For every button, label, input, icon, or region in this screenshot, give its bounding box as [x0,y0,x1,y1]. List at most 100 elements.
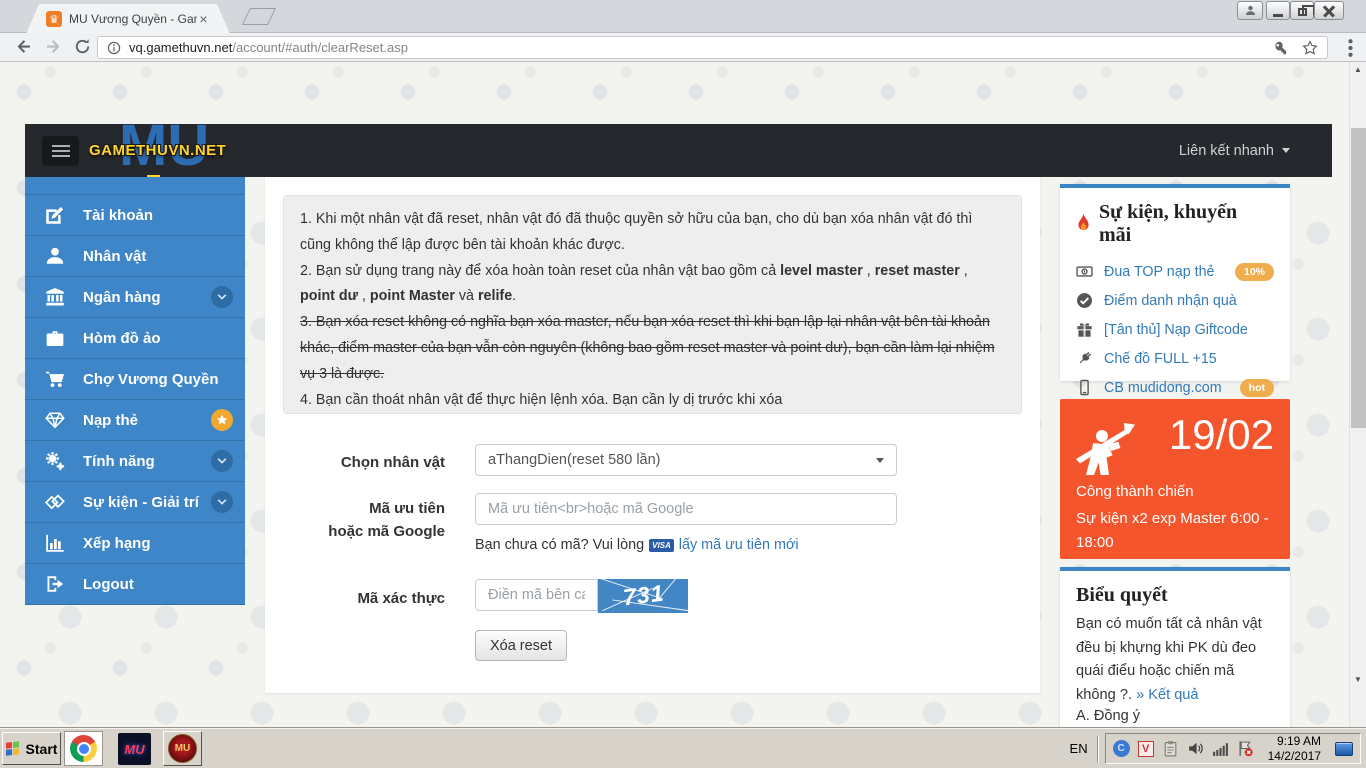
page-scrollbar[interactable]: ▲ ▼ [1349,62,1366,728]
gears-icon [45,451,65,471]
captcha-input[interactable] [475,579,598,611]
event-item: Chế đồ FULL +15 [1076,344,1274,373]
sidebar-item-nap-the[interactable]: Nạp thẻ [25,399,245,440]
tray-clipboard-icon[interactable] [1162,740,1179,757]
event-link-diem-danh-nhan-qua[interactable]: Điểm danh nhận quà [1104,293,1237,309]
sidebar-item-tai-khoan[interactable]: Tài khoản [25,194,245,235]
password-key-icon[interactable] [1273,41,1287,55]
briefcase-icon [45,328,65,348]
scrollbar-down-icon[interactable]: ▼ [1350,675,1366,684]
events-list: Đua TOP nạp thẻ10%Điểm danh nhận quà[Tân… [1076,257,1274,402]
get-priority-code-link[interactable]: lấy mã ưu tiên mới [679,537,799,553]
page-info-icon[interactable] [107,41,121,55]
language-indicator[interactable]: EN [1070,741,1088,756]
event-link-dua-top-nap-the[interactable]: Đua TOP nạp thẻ [1104,264,1215,280]
tray-vietkey-icon[interactable]: V [1138,741,1154,757]
close-button[interactable] [1314,1,1344,20]
banner-event-1: Công thành chiến [1076,483,1194,500]
screen: ♛ MU Vương Quyền - Gameth × vq.gamethuvn… [0,0,1366,768]
chevron-down-icon[interactable] [211,286,233,308]
show-desktop-icon[interactable] [1335,742,1353,756]
tray-date: 14/2/2017 [1268,749,1321,764]
sidebar-item-ngan-hang[interactable]: Ngân hàng [25,276,245,317]
tray-separator [1097,736,1098,762]
tray-clock[interactable]: 9:19 AM 14/2/2017 [1268,734,1321,763]
mu-red-icon: MU [168,734,197,763]
delete-reset-button[interactable]: Xóa reset [475,630,567,661]
plug-icon [1076,350,1093,367]
sidebar-item-label: Tính năng [83,453,155,470]
event-link-cb-mudidong-com[interactable]: CB mudidong.com [1104,380,1222,396]
scrollbar-thumb[interactable] [1351,128,1366,428]
user-icon [45,246,65,266]
sidebar-item-cho-vuong-quyen[interactable]: Chợ Vương Quyền [25,358,245,399]
poll-result-link[interactable]: » Kết quả [1136,687,1198,703]
logout-icon [45,574,65,594]
tab-title: MU Vương Quyền - Gameth [69,12,197,26]
captcha-image: 731 [598,579,688,613]
instruction-line: 4. Bạn cần thoát nhân vật để thực hiện l… [300,388,1005,414]
forward-button[interactable] [45,38,62,55]
quick-links-dropdown[interactable]: Liên kết nhanh [1179,124,1290,177]
instruction-line: 3. Bạn xóa reset không có nghĩa bạn xóa … [300,310,1005,387]
tray-shield-icon[interactable]: C [1113,740,1130,757]
sidebar-item-su-kien-giai-tri[interactable]: Sự kiện - Giải trí [25,481,245,522]
event-badge: hot [1240,379,1274,397]
minimize-button[interactable] [1266,1,1290,20]
taskbar-mu-dark-button[interactable]: MU [118,733,151,765]
bookmark-star-icon[interactable] [1302,40,1318,56]
event-link-tan-thu-nap-giftcode[interactable]: [Tân thủ] Nạp Giftcode [1104,322,1248,338]
tab-close-icon[interactable]: × [197,12,210,26]
event-item: [Tân thủ] Nạp Giftcode [1076,315,1274,344]
sidebar-item-logout[interactable]: Logout [25,563,245,604]
event-item: Điểm danh nhận quà [1076,286,1274,315]
new-tab-button[interactable] [242,8,276,25]
chevron-down-icon[interactable] [211,491,233,513]
tray-time: 9:19 AM [1268,734,1321,749]
events-panel-title: Sự kiện, khuyến mãi [1076,201,1274,247]
person-icon [1244,4,1257,17]
sidebar-item-nhan-vat[interactable]: Nhân vật [25,235,245,276]
url-bar[interactable]: vq.gamethuvn.net/account/#auth/clearRese… [97,36,1328,59]
main-content-card: 1. Khi một nhân vật đã reset, nhân vật đ… [265,177,1040,693]
event-banner[interactable]: 19/02 Công thành chiến Sự kiện x2 exp Ma… [1060,399,1290,559]
sidebar-item-xep-hang[interactable]: Xếp hạng [25,522,245,563]
chevron-down-icon[interactable] [211,450,233,472]
bank-icon [45,287,65,307]
scrollbar-up-icon[interactable]: ▲ [1350,65,1366,74]
taskbar-chrome-button[interactable] [64,731,103,766]
banknote-icon [1076,263,1093,280]
reload-button[interactable] [74,38,91,55]
minimize-icon [1273,14,1283,17]
start-label: Start [26,741,58,757]
events-panel: Sự kiện, khuyến mãi Đua TOP nạp thẻ10%Đi… [1060,184,1290,381]
browser-tabstrip: ♛ MU Vương Quyền - Gameth × [0,0,1366,33]
url-domain: vq.gamethuvn.net [129,40,232,55]
site-logo[interactable]: MU GAMETHUVN.NET [89,124,279,177]
browser-tab[interactable]: ♛ MU Vương Quyền - Gameth × [26,4,230,34]
phone-icon [1076,379,1093,396]
taskbar-mu-red-button[interactable]: MU [163,731,202,766]
hamburger-menu-icon[interactable] [42,136,79,166]
taskbar: Start MU MU EN C V 9:19 AM 14/2/2017 [0,727,1366,768]
sidebar-item-label: Chợ Vương Quyền [83,371,219,388]
sidebar-item-tinh-nang[interactable]: Tính năng [25,440,245,481]
sidebar-item-label: Xếp hạng [83,535,151,552]
tray-network-signal-icon[interactable] [1212,740,1229,757]
tray-action-center-flag-icon[interactable] [1237,740,1254,757]
poll-question: Bạn có muốn tất cả nhân vật đều bị khựng… [1076,613,1276,707]
url-path: /account/#auth/clearReset.asp [232,40,408,55]
site-navbar: MU GAMETHUVN.NET Liên kết nhanh [25,124,1332,177]
sidebar-item-hom-do-ao[interactable]: Hòm đồ ảo [25,317,245,358]
profile-button[interactable] [1237,1,1263,20]
character-select[interactable]: aThangDien(reset 580 lần) [475,444,897,476]
maximize-button[interactable] [1290,1,1314,20]
event-link-che-do-full-15[interactable]: Chế đồ FULL +15 [1104,351,1217,367]
event-item: CB mudidong.com hot [1076,373,1274,402]
tray-volume-icon[interactable] [1187,740,1204,757]
back-button[interactable] [15,38,32,55]
priority-code-input[interactable] [475,493,897,525]
sidebar-item-label: Hòm đồ ảo [83,330,161,347]
start-button[interactable]: Start [2,732,61,765]
browser-menu-icon[interactable] [1348,38,1353,55]
